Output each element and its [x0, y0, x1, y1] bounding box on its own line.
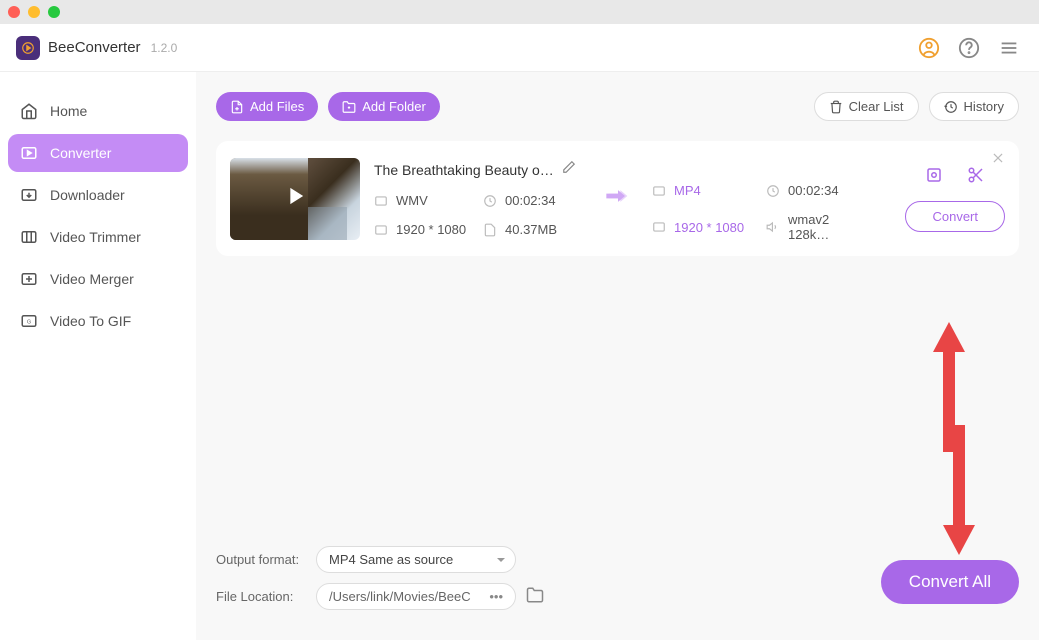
convert-all-button[interactable]: Convert All	[881, 560, 1019, 604]
merger-icon	[20, 270, 38, 288]
settings-icon[interactable]	[925, 166, 943, 189]
file-icon	[483, 223, 497, 237]
trimmer-icon	[20, 228, 38, 246]
home-icon	[20, 102, 38, 120]
add-folder-button[interactable]: Add Folder	[328, 92, 440, 121]
output-format-select[interactable]: MP4 Same as source	[316, 546, 516, 573]
source-format: WMV	[374, 193, 475, 208]
source-size: 40.37MB	[483, 222, 584, 237]
play-icon	[281, 182, 309, 215]
account-icon[interactable]	[915, 34, 943, 62]
svg-text:G: G	[27, 319, 31, 325]
sidebar-item-label: Video To GIF	[50, 313, 131, 329]
main-content: Add Files Add Folder Clear List History	[196, 72, 1039, 640]
target-format[interactable]: MP4	[652, 183, 758, 198]
folder-plus-icon	[342, 100, 356, 114]
target-audio: wmav2 128k…	[766, 212, 872, 242]
resolution-icon	[374, 223, 388, 237]
app-name: BeeConverter	[48, 39, 141, 56]
titlebar	[0, 0, 1039, 24]
more-icon[interactable]: •••	[489, 589, 503, 604]
toolbar: Add Files Add Folder Clear List History	[216, 92, 1019, 121]
sidebar-item-label: Video Trimmer	[50, 229, 141, 245]
remove-file-icon[interactable]	[991, 151, 1005, 170]
resolution-icon	[652, 220, 666, 234]
audio-icon	[766, 220, 780, 234]
sidebar-item-label: Home	[50, 103, 87, 119]
file-location-input[interactable]: /Users/link/Movies/BeeC •••	[316, 583, 516, 610]
source-info: The Breathtaking Beauty of N… WMV 00:02:…	[374, 160, 584, 237]
target-resolution[interactable]: 1920 * 1080	[652, 212, 758, 242]
annotation-arrow	[929, 322, 969, 457]
sidebar-item-converter[interactable]: Converter	[8, 134, 188, 172]
video-icon	[652, 184, 666, 198]
sidebar-item-trimmer[interactable]: Video Trimmer	[8, 218, 188, 256]
sidebar-item-label: Downloader	[50, 187, 125, 203]
output-format-label: Output format:	[216, 552, 316, 567]
video-thumbnail[interactable]	[230, 158, 360, 240]
source-resolution: 1920 * 1080	[374, 222, 475, 237]
open-folder-icon[interactable]	[526, 586, 544, 607]
app-version: 1.2.0	[151, 41, 178, 55]
gif-icon: G	[20, 312, 38, 330]
help-icon[interactable]	[955, 34, 983, 62]
close-window-button[interactable]	[8, 6, 20, 18]
history-button[interactable]: History	[929, 92, 1019, 121]
sidebar-item-label: Converter	[50, 145, 111, 161]
target-info: MP4 00:02:34 1920 * 1080 wmav2 128k…	[652, 155, 872, 242]
scissors-icon[interactable]	[967, 166, 985, 189]
app-logo	[16, 36, 40, 60]
file-title: The Breathtaking Beauty of N…	[374, 162, 554, 178]
sidebar: Home Converter Downloader Video Trimmer …	[0, 72, 196, 640]
sidebar-item-gif[interactable]: G Video To GIF	[8, 302, 188, 340]
download-icon	[20, 186, 38, 204]
edit-title-icon[interactable]	[562, 160, 576, 179]
minimize-window-button[interactable]	[28, 6, 40, 18]
maximize-window-button[interactable]	[48, 6, 60, 18]
video-icon	[374, 194, 388, 208]
annotation-arrow	[939, 425, 979, 560]
file-plus-icon	[230, 100, 244, 114]
clock-icon	[766, 184, 780, 198]
history-icon	[944, 100, 958, 114]
sidebar-item-merger[interactable]: Video Merger	[8, 260, 188, 298]
converter-icon	[20, 144, 38, 162]
file-location-label: File Location:	[216, 589, 316, 604]
convert-button[interactable]: Convert	[905, 201, 1005, 232]
clock-icon	[483, 194, 497, 208]
menu-icon[interactable]	[995, 34, 1023, 62]
header: BeeConverter 1.2.0	[0, 24, 1039, 72]
trash-icon	[829, 100, 843, 114]
add-files-button[interactable]: Add Files	[216, 92, 318, 121]
clear-list-button[interactable]: Clear List	[814, 92, 919, 121]
sidebar-item-downloader[interactable]: Downloader	[8, 176, 188, 214]
source-duration: 00:02:34	[483, 193, 584, 208]
transfer-arrow-icon	[604, 182, 632, 215]
sidebar-item-label: Video Merger	[50, 271, 134, 287]
file-card: The Breathtaking Beauty of N… WMV 00:02:…	[216, 141, 1019, 256]
target-duration: 00:02:34	[766, 183, 872, 198]
sidebar-item-home[interactable]: Home	[8, 92, 188, 130]
